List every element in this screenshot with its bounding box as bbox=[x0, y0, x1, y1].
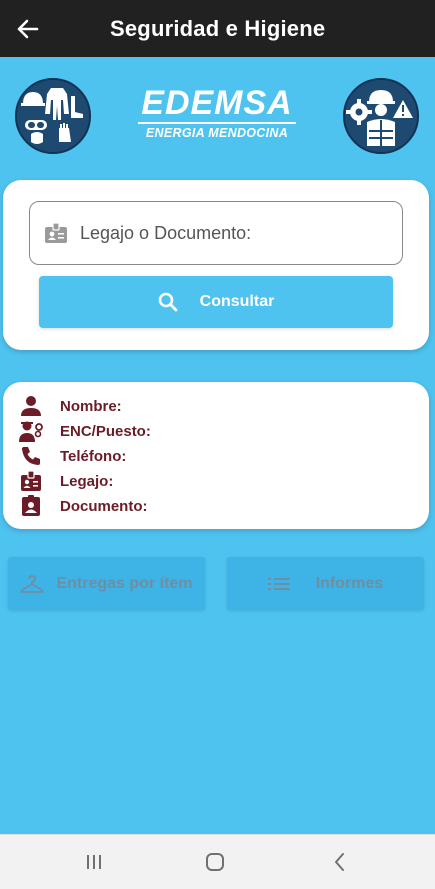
id-badge-icon bbox=[18, 469, 44, 493]
legajo-label: Legajo: bbox=[60, 472, 114, 490]
home-button[interactable] bbox=[201, 849, 229, 875]
info-row-legajo: Legajo: bbox=[18, 469, 113, 493]
info-row-puesto: ENC/Puesto: bbox=[18, 419, 151, 443]
home-icon bbox=[206, 853, 224, 871]
back-button[interactable] bbox=[0, 0, 56, 57]
consultar-button[interactable]: Consultar bbox=[39, 276, 393, 328]
info-row-nombre: Nombre: bbox=[18, 394, 122, 418]
info-row-documento: Documento: bbox=[18, 494, 148, 518]
documento-label: Documento: bbox=[60, 497, 148, 515]
person-icon bbox=[18, 394, 44, 418]
person-gear-icon bbox=[18, 419, 44, 443]
informes-label: Informes bbox=[315, 574, 384, 592]
system-navigation-bar bbox=[0, 834, 435, 889]
telefono-label: Teléfono: bbox=[60, 447, 127, 465]
search-icon bbox=[158, 292, 178, 312]
info-row-telefono: Teléfono: bbox=[18, 444, 126, 468]
hanger-icon bbox=[21, 574, 44, 593]
phone-icon bbox=[18, 444, 44, 468]
employee-info-card: Nombre: ENC/Puesto: Teléfono: Legajo: Do… bbox=[3, 382, 429, 529]
main-content: EDEMSA ENERGIA MENDOCINA Legajo o Docume… bbox=[0, 57, 435, 834]
entregas-label: Entregas por ítem bbox=[56, 574, 193, 592]
list-icon bbox=[267, 577, 290, 590]
app-bar: Seguridad e Higiene bbox=[0, 0, 435, 57]
brand-logo: EDEMSA ENERGIA MENDOCINA bbox=[134, 85, 300, 149]
nombre-label: Nombre: bbox=[60, 397, 122, 415]
system-back-button[interactable] bbox=[326, 849, 354, 875]
brand-name: EDEMSA bbox=[141, 84, 293, 122]
legajo-documento-input[interactable] bbox=[80, 222, 380, 244]
contact-card-icon bbox=[18, 494, 44, 518]
legajo-documento-field[interactable] bbox=[29, 201, 403, 265]
puesto-label: ENC/Puesto: bbox=[60, 422, 151, 440]
recents-button[interactable] bbox=[80, 849, 108, 875]
arrow-left-icon bbox=[17, 19, 39, 38]
entregas-por-item-button[interactable]: Entregas por ítem bbox=[8, 557, 205, 610]
informes-button[interactable]: Informes bbox=[227, 557, 424, 610]
consultar-label: Consultar bbox=[199, 293, 275, 310]
page-title: Seguridad e Higiene bbox=[110, 15, 326, 41]
brand-divider bbox=[138, 122, 296, 124]
brand-subtitle: ENERGIA MENDOCINA bbox=[145, 126, 289, 140]
chevron-left-icon bbox=[335, 853, 344, 871]
ppe-badge-icon bbox=[15, 78, 91, 154]
id-badge-icon bbox=[45, 222, 67, 243]
recents-icon bbox=[87, 855, 101, 869]
worker-safety-badge-icon bbox=[343, 78, 419, 154]
search-card: Consultar bbox=[3, 180, 429, 350]
